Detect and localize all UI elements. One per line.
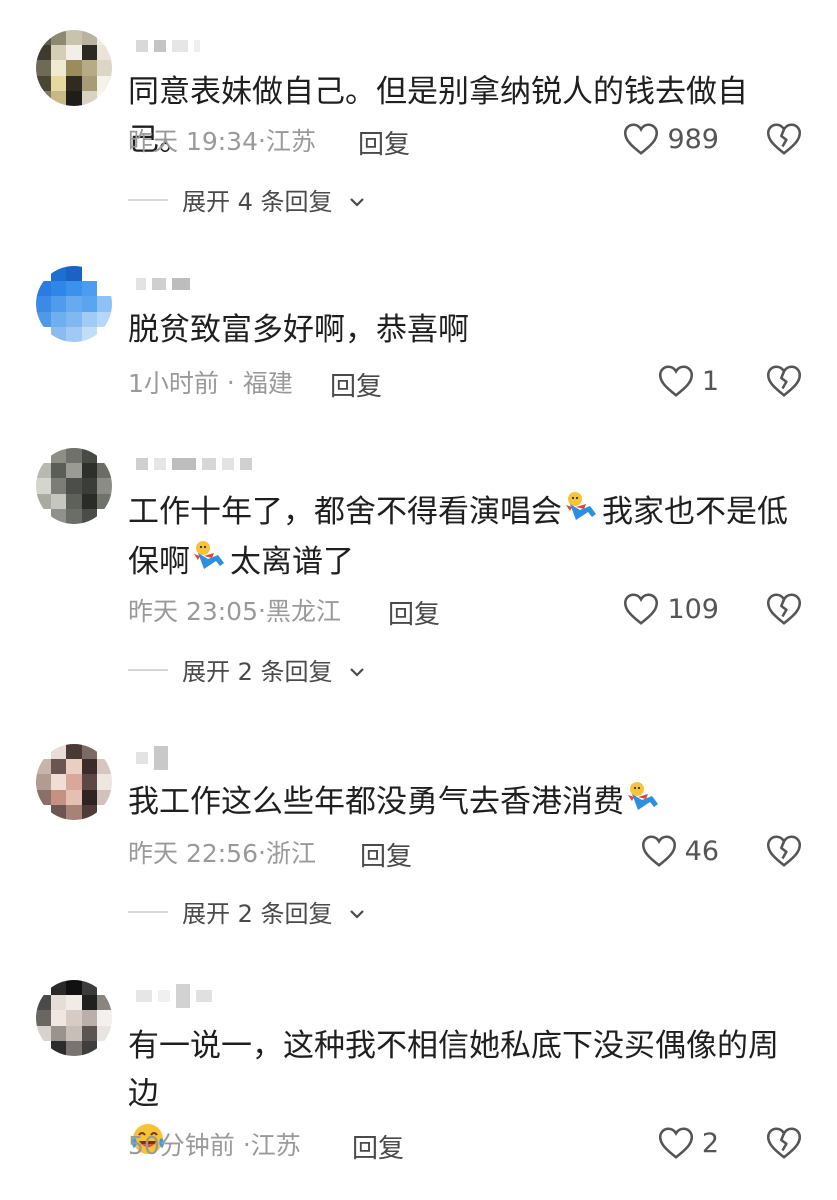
comment-time: 昨天 19:34 <box>128 127 258 156</box>
dislike-button[interactable] <box>766 1126 802 1160</box>
comment-meta: 1小时前 · 福建 <box>128 366 293 399</box>
comment-meta: 昨天 23:05 · 黑龙江 <box>128 594 341 627</box>
like-count: 989 <box>667 123 719 155</box>
divider-line <box>128 910 168 913</box>
like-count: 1 <box>701 365 719 397</box>
avatar[interactable] <box>36 744 112 820</box>
comment-time: 1小时前 <box>128 369 219 398</box>
like-button[interactable]: 1 <box>658 364 719 398</box>
comment-text-part: 我家也不是低 <box>602 494 788 530</box>
broken-heart-icon <box>766 122 802 156</box>
like-button[interactable]: 989 <box>623 122 719 156</box>
divider-line <box>128 198 168 201</box>
meta-separator: · <box>258 595 266 625</box>
heart-outline-icon <box>658 364 694 398</box>
comment-location: 江苏 <box>265 127 316 156</box>
username-redacted[interactable] <box>136 746 168 770</box>
comment-location: 福建 <box>242 369 293 398</box>
reply-button[interactable]: 回复 <box>330 366 382 403</box>
falling-person-emoji <box>562 490 602 538</box>
chevron-down-icon <box>349 656 365 684</box>
heart-outline-icon <box>623 122 659 156</box>
like-button[interactable]: 2 <box>658 1126 719 1160</box>
meta-separator: · <box>242 1129 251 1159</box>
broken-heart-icon <box>766 364 802 398</box>
broken-heart-icon <box>766 834 802 868</box>
falling-person-emoji <box>624 780 664 828</box>
comment-text-part: 工作十年了，都舍不得看演唱会 <box>128 494 562 530</box>
like-button[interactable]: 109 <box>623 592 719 626</box>
comment-text-part: 我工作这么些年都没勇气去香港消费 <box>128 784 624 820</box>
dislike-button[interactable] <box>766 364 802 398</box>
expand-label: 展开 2 条回复 <box>182 900 333 928</box>
like-count: 2 <box>701 1127 719 1159</box>
comment-location: 黑龙江 <box>265 597 341 626</box>
comment-location: 浙江 <box>265 839 316 868</box>
comment-meta: 50分钟前 · 江苏 <box>128 1128 301 1161</box>
username-redacted[interactable] <box>136 454 252 474</box>
reply-button[interactable]: 回复 <box>388 594 440 631</box>
expand-replies[interactable]: 展开 4 条回复 <box>128 182 365 217</box>
comment-text-part: 有一说一，这种我不相信她私底下没买偶像的周边 <box>128 1028 779 1112</box>
avatar[interactable] <box>36 266 112 342</box>
comment-location: 江苏 <box>250 1131 301 1160</box>
like-count: 46 <box>684 835 719 867</box>
reply-button[interactable]: 回复 <box>352 1128 404 1165</box>
expand-replies[interactable]: 展开 2 条回复 <box>128 652 365 687</box>
avatar[interactable] <box>36 448 112 524</box>
like-count: 109 <box>667 593 719 625</box>
heart-outline-icon <box>623 592 659 626</box>
meta-separator: · <box>258 837 266 867</box>
broken-heart-icon <box>766 592 802 626</box>
heart-outline-icon <box>658 1126 694 1160</box>
comment-text: 工作十年了，都舍不得看演唱会 我家也不是低 保啊 太离谱了 <box>128 488 808 587</box>
comment-time: 昨天 22:56 <box>128 839 258 868</box>
username-redacted[interactable] <box>136 984 212 1008</box>
chevron-down-icon <box>349 898 365 926</box>
comment-meta: 昨天 22:56 · 浙江 <box>128 836 316 869</box>
avatar[interactable] <box>36 980 112 1056</box>
falling-person-emoji <box>190 539 230 587</box>
divider-line <box>128 668 168 671</box>
dislike-button[interactable] <box>766 122 802 156</box>
expand-label: 展开 2 条回复 <box>182 658 333 686</box>
comment-text: 我工作这么些年都没勇气去香港消费 <box>128 778 808 828</box>
meta-separator: · <box>226 367 235 397</box>
comment-text: 脱贫致富多好啊，恭喜啊 <box>128 312 469 348</box>
dislike-button[interactable] <box>766 834 802 868</box>
chevron-down-icon <box>349 186 365 214</box>
meta-separator: · <box>258 125 266 155</box>
username-redacted[interactable] <box>136 36 200 56</box>
comment-time: 昨天 23:05 <box>128 597 258 626</box>
reply-button[interactable]: 回复 <box>358 124 410 161</box>
expand-replies[interactable]: 展开 2 条回复 <box>128 894 365 929</box>
comment-meta: 昨天 19:34 · 江苏 <box>128 124 316 157</box>
reply-button[interactable]: 回复 <box>360 836 412 873</box>
avatar[interactable] <box>36 30 112 106</box>
expand-label: 展开 4 条回复 <box>182 188 333 216</box>
comment-text-part: 保啊 <box>128 543 190 580</box>
dislike-button[interactable] <box>766 592 802 626</box>
comment-text-part: 太离谱了 <box>230 543 354 580</box>
username-redacted[interactable] <box>136 274 190 294</box>
heart-outline-icon <box>641 834 677 868</box>
broken-heart-icon <box>766 1126 802 1160</box>
like-button[interactable]: 46 <box>641 834 719 868</box>
comment-time: 50分钟前 <box>128 1131 235 1160</box>
